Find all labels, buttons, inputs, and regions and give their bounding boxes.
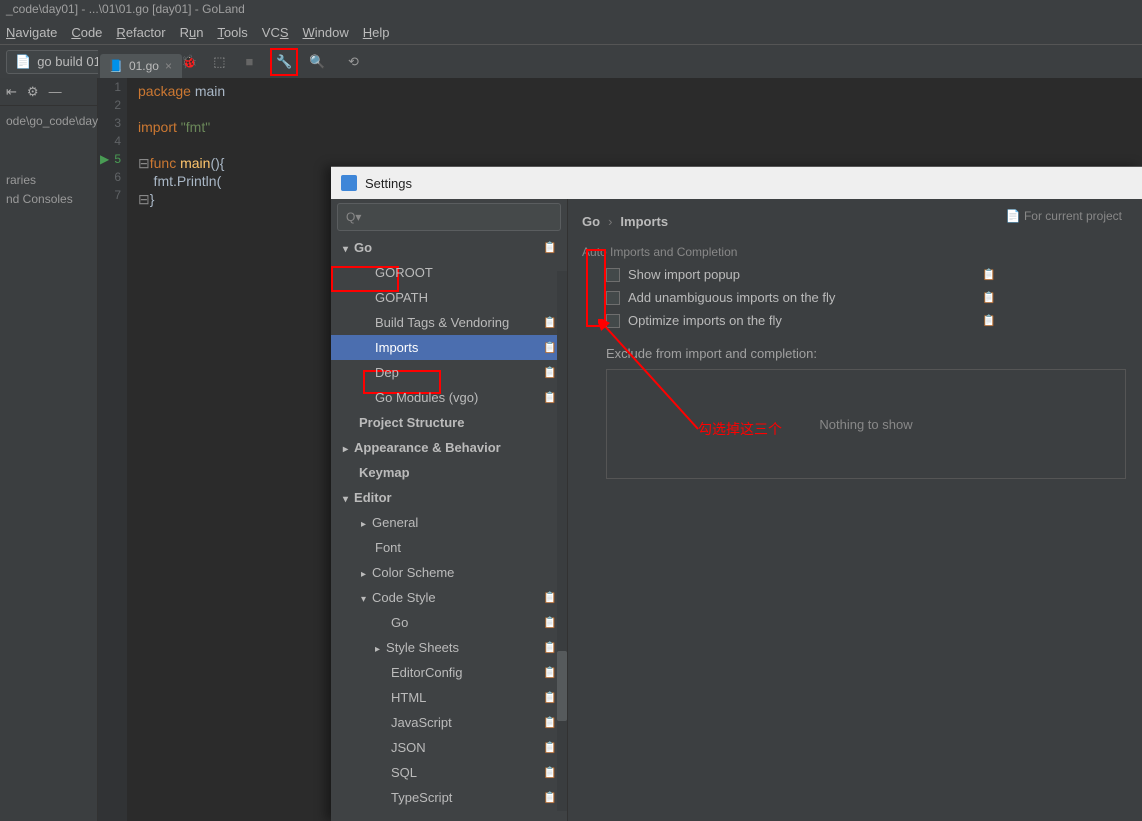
check-label: Add unambiguous imports on the fly	[628, 290, 835, 305]
settings-search-input[interactable]: Q▾	[337, 203, 561, 231]
tree-gopath[interactable]: GOPATH	[331, 285, 567, 310]
tree-scrollbar[interactable]	[557, 271, 567, 811]
tree-appearance[interactable]: Appearance & Behavior	[331, 435, 567, 460]
main-menu: NaNavigatevigate Code Refactor Run Tools…	[0, 20, 1142, 44]
go-file-icon: 📘	[108, 59, 123, 73]
check-add-unambiguous[interactable]: Add unambiguous imports on the fly 📋	[606, 290, 1126, 305]
tree-vgo[interactable]: Go Modules (vgo)📋	[331, 385, 567, 410]
copy-icon: 📋	[543, 241, 557, 254]
copy-icon: 📋	[982, 314, 996, 327]
wrench-icon[interactable]: 🔧	[273, 51, 295, 73]
tree-cs-sql[interactable]: SQL📋	[331, 760, 567, 785]
menu-code[interactable]: Code	[71, 25, 102, 40]
settings-title-label: Settings	[365, 176, 412, 191]
copy-icon: 📋	[543, 641, 557, 654]
window-title: _code\day01] - ...\01\01.go [day01] - Go…	[0, 0, 1142, 20]
copy-icon: 📋	[543, 366, 557, 379]
copy-icon: 📋	[543, 391, 557, 404]
line-gutter: 1234 5 ▶ 67	[98, 78, 128, 821]
menu-help[interactable]: Help	[363, 25, 390, 40]
tree-cs-editor[interactable]: EditorConfig📋	[331, 660, 567, 685]
menu-window[interactable]: Window	[303, 25, 349, 40]
breadcrumb-leaf: Imports	[620, 214, 668, 229]
settings-titlebar: Settings	[331, 167, 1142, 199]
tab-label: 01.go	[129, 59, 159, 73]
exclude-list: Nothing to show	[606, 369, 1126, 479]
gear-icon[interactable]: ⚙	[27, 84, 39, 100]
tree-codestyle[interactable]: Code Style📋	[331, 585, 567, 610]
settings-app-icon	[341, 175, 357, 191]
tree-project[interactable]: Project Structure	[331, 410, 567, 435]
copy-icon: 📋	[982, 291, 996, 304]
hide-icon[interactable]: —	[49, 84, 62, 99]
tree-build[interactable]: Build Tags & Vendoring📋	[331, 310, 567, 335]
tree-general[interactable]: General	[331, 510, 567, 535]
structure-button[interactable]: ⟲	[342, 51, 364, 73]
copy-icon: 📋	[543, 316, 557, 329]
exclude-title: Exclude from import and completion:	[606, 346, 1126, 361]
gear-file-icon: 📄	[15, 54, 31, 70]
menu-run[interactable]: Run	[180, 25, 204, 40]
settings-content: Go › Imports For current project Auto Im…	[568, 199, 1142, 821]
project-sidebar: ⇤ ⚙ — ode\go_code\day raries nd Consoles	[0, 78, 98, 821]
for-project-label: For current project	[1006, 209, 1122, 223]
tree-dep[interactable]: Dep📋	[331, 360, 567, 385]
tree-cs-js[interactable]: JavaScript📋	[331, 710, 567, 735]
copy-icon: 📋	[982, 268, 996, 281]
close-icon[interactable]: ×	[165, 59, 172, 73]
tree-colors[interactable]: Color Scheme	[331, 560, 567, 585]
check-label: Optimize imports on the fly	[628, 313, 782, 328]
check-label: Show import popup	[628, 267, 740, 282]
check-show-popup[interactable]: Show import popup 📋	[606, 267, 1126, 282]
tree-goroot[interactable]: GOROOT	[331, 260, 567, 285]
section-auto-imports: Auto Imports and Completion	[582, 245, 1126, 259]
tree-font[interactable]: Font	[331, 535, 567, 560]
tree-go[interactable]: Go📋	[331, 235, 567, 260]
menu-navigate[interactable]: NaNavigatevigate	[6, 25, 57, 40]
copy-icon: 📋	[543, 666, 557, 679]
tree-cs-json[interactable]: JSON📋	[331, 735, 567, 760]
tree-cs-html[interactable]: HTML📋	[331, 685, 567, 710]
copy-icon: 📋	[543, 591, 557, 604]
breadcrumb-root[interactable]: Go	[582, 214, 600, 229]
tree-imports[interactable]: Imports📋	[331, 335, 567, 360]
copy-icon: 📋	[543, 716, 557, 729]
settings-tree: Q▾ Go📋 GOROOT GOPATH Build Tags & Vendor…	[331, 199, 568, 821]
check-optimize[interactable]: Optimize imports on the fly 📋	[606, 313, 1126, 328]
nothing-label: Nothing to show	[819, 417, 912, 432]
collapse-icon[interactable]: ⇤	[6, 84, 17, 100]
tree-keymap[interactable]: Keymap	[331, 460, 567, 485]
copy-icon: 📋	[543, 791, 557, 804]
menu-tools[interactable]: Tools	[217, 25, 247, 40]
copy-icon: 📋	[543, 616, 557, 629]
search-button[interactable]: 🔍	[306, 51, 328, 73]
tree-cs-go[interactable]: Go📋	[331, 610, 567, 635]
copy-icon: 📋	[543, 341, 557, 354]
tree-editor[interactable]: Editor	[331, 485, 567, 510]
libraries-item[interactable]: raries	[6, 171, 91, 190]
annotation-text: 勾选掉这三个	[698, 419, 782, 439]
copy-icon: 📋	[543, 741, 557, 754]
consoles-item[interactable]: nd Consoles	[6, 190, 91, 209]
settings-dialog: Settings Q▾ Go📋 GOROOT GOPATH Build Tags…	[331, 166, 1142, 821]
copy-icon: 📋	[543, 766, 557, 779]
coverage-button[interactable]: ⬚	[208, 51, 230, 73]
menu-vcs[interactable]: VCS	[262, 25, 289, 40]
editor-tab[interactable]: 📘 01.go ×	[100, 54, 182, 78]
copy-icon: 📋	[543, 691, 557, 704]
tree-cs-ts[interactable]: TypeScript📋	[331, 785, 567, 810]
tree-cs-style[interactable]: Style Sheets📋	[331, 635, 567, 660]
stop-button[interactable]: ■	[238, 51, 260, 73]
search-icon: Q▾	[346, 210, 361, 224]
menu-refactor[interactable]: Refactor	[116, 25, 165, 40]
path-fragment[interactable]: ode\go_code\day	[6, 112, 91, 131]
